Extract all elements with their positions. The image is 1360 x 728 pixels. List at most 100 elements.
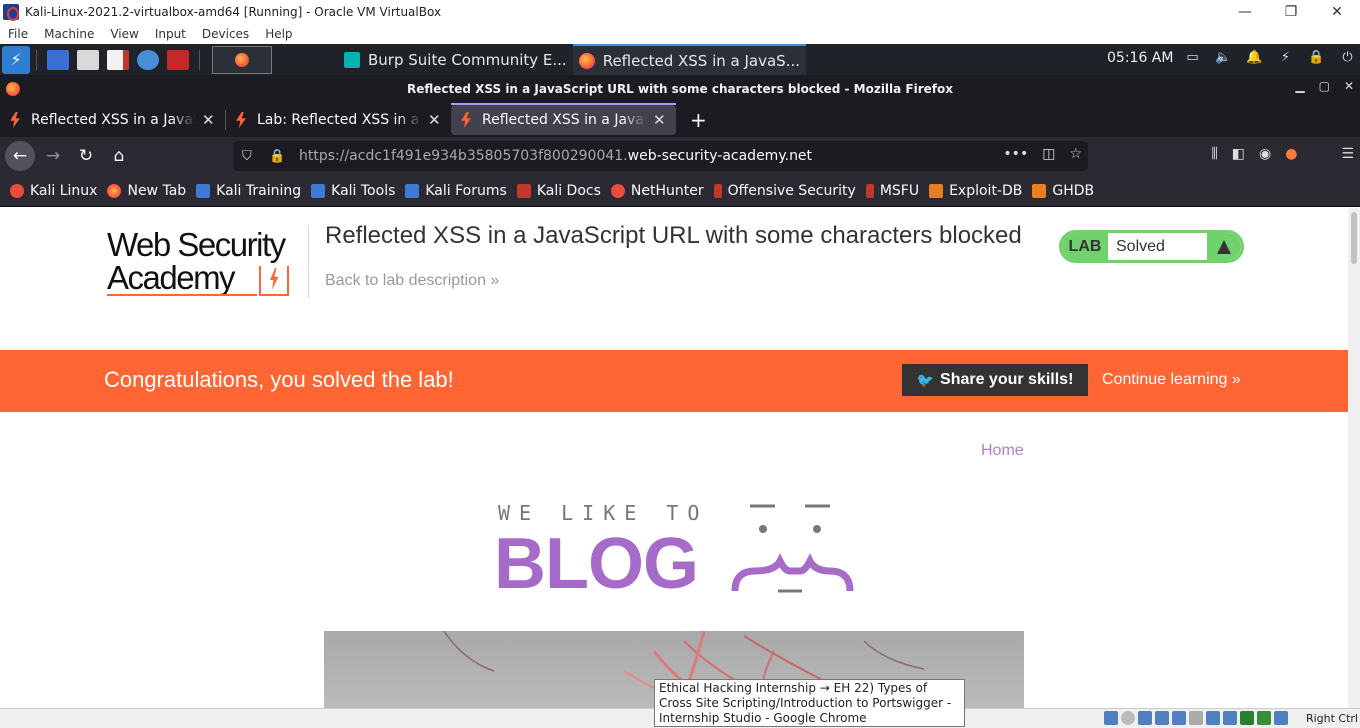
minimize-button[interactable]: — <box>1222 0 1268 24</box>
hamburger-menu-icon[interactable]: ☰ <box>1341 146 1354 162</box>
sidebar-icon[interactable]: ◧ <box>1232 146 1245 162</box>
menu-input[interactable]: Input <box>147 27 194 41</box>
bookmark-kali-forums[interactable]: Kali Forums <box>405 183 507 199</box>
tab-label: Reflected XSS in a JavaScript URL with s… <box>31 112 196 128</box>
home-link[interactable]: Home <box>981 442 1024 460</box>
account-icon[interactable]: ◉ <box>1259 146 1271 162</box>
url-prefix: https://acdc1f491e934b35805703f800290041… <box>299 148 628 164</box>
bookmark-offensive-security[interactable]: Offensive Security <box>713 182 856 199</box>
file-manager-launcher-icon[interactable] <box>77 49 99 70</box>
bookmark-kali-training[interactable]: Kali Training <box>196 183 301 199</box>
mouse-integration-status-icon[interactable] <box>1257 711 1271 725</box>
bookmark-kali-docs[interactable]: Kali Docs <box>516 183 601 199</box>
page-actions-icon[interactable]: ••• <box>1003 146 1028 162</box>
kali-menu-icon[interactable]: ⚡ <box>2 45 30 74</box>
volume-icon[interactable]: 🔈 <box>1215 49 1232 66</box>
firefox-minimize-icon[interactable]: ▁ <box>1295 79 1304 93</box>
library-icon[interactable]: ⫼ <box>1211 146 1217 162</box>
share-button-label: Share your skills! <box>940 371 1074 388</box>
extension-icon[interactable]: ● <box>1285 146 1297 162</box>
taskbar-firefox[interactable]: Reflected XSS in a JavaS... <box>572 44 807 75</box>
share-your-skills-button[interactable]: 🐦 Share your skills! <box>902 364 1088 396</box>
bookmark-kali-tools[interactable]: Kali Tools <box>311 183 395 199</box>
firefox-icon <box>578 52 595 69</box>
usb-status-icon[interactable] <box>1172 711 1186 725</box>
red-terminal-launcher-icon[interactable] <box>167 49 189 70</box>
optical-drive-status-icon[interactable] <box>1121 711 1135 725</box>
panel-clock[interactable]: 05:16 AM <box>1107 50 1173 66</box>
blog-title: BLOG <box>494 524 699 604</box>
tab-close-icon[interactable]: ✕ <box>653 111 666 129</box>
tab-reflected-xss-active[interactable]: Reflected XSS in a JavaScript URL with s… <box>451 103 676 135</box>
bookmark-label: Kali Training <box>216 182 302 199</box>
burp-suite-icon <box>344 51 360 68</box>
maximize-button[interactable]: ❐ <box>1268 0 1314 24</box>
bookmark-label: Kali Linux <box>30 182 98 199</box>
menu-help[interactable]: Help <box>257 27 300 41</box>
ghdb-spider-icon <box>1032 183 1047 198</box>
scrollbar-thumb[interactable] <box>1351 212 1357 264</box>
pocket-icon[interactable]: ◫ <box>1042 146 1055 162</box>
terminal-launcher-icon[interactable] <box>47 49 69 70</box>
continue-learning-link[interactable]: Continue learning » <box>1102 371 1241 389</box>
address-bar[interactable]: ⛉ 🔒 https://acdc1f491e934b35805703f80029… <box>233 141 1088 171</box>
firefox-close-icon[interactable]: ✕ <box>1344 79 1354 93</box>
host-key-label: Right Ctrl <box>1305 712 1358 725</box>
padlock-icon[interactable]: 🔒 <box>269 149 287 164</box>
blog-face-logo-icon <box>731 504 854 593</box>
web-browser-launcher-icon[interactable] <box>137 49 159 70</box>
url-host: web-security-academy.net <box>627 148 813 164</box>
power-manager-icon[interactable]: ⚡ <box>1277 49 1294 66</box>
home-button[interactable]: ⌂ <box>104 141 134 171</box>
bookmark-star-icon[interactable]: ☆ <box>1069 146 1082 162</box>
logout-icon[interactable]: ⏻ <box>1339 49 1356 66</box>
close-button[interactable]: ✕ <box>1314 0 1360 24</box>
taskbar-burp-suite[interactable]: Burp Suite Community E... <box>338 44 573 75</box>
audio-status-icon[interactable] <box>1138 711 1152 725</box>
reload-button[interactable]: ↻ <box>71 141 101 171</box>
bookmark-ghdb[interactable]: GHDB <box>1032 183 1094 199</box>
bookmark-msfu[interactable]: MSFU <box>865 183 919 199</box>
bookmark-nethunter[interactable]: NetHunter <box>610 183 704 199</box>
video-capture-status-icon[interactable] <box>1223 711 1237 725</box>
text-editor-launcher-icon[interactable] <box>107 49 129 70</box>
tab-label: Reflected XSS in a JavaScript URL with s… <box>482 112 647 128</box>
display-icon[interactable]: ▭ <box>1184 49 1201 66</box>
back-button[interactable]: ← <box>5 141 35 171</box>
network-status-icon[interactable] <box>1155 711 1169 725</box>
firefox-maximize-icon[interactable]: ▢ <box>1319 79 1330 93</box>
menu-file[interactable]: File <box>0 27 36 41</box>
keyboard-status-icon[interactable] <box>1274 711 1288 725</box>
back-to-lab-description-link[interactable]: Back to lab description » <box>325 272 499 290</box>
kali-tools-icon <box>311 183 326 198</box>
forward-button[interactable]: → <box>38 141 68 171</box>
firefox-icon <box>235 52 249 67</box>
virtualization-status-icon[interactable] <box>1240 711 1254 725</box>
lock-icon[interactable]: 🔒 <box>1308 49 1325 66</box>
nethunter-icon <box>610 183 625 198</box>
flask-icon <box>1207 233 1241 260</box>
menu-devices[interactable]: Devices <box>194 27 257 41</box>
bookmark-new-tab[interactable]: New Tab <box>107 183 186 199</box>
tab-close-icon[interactable]: ✕ <box>202 111 215 129</box>
page-scrollbar[interactable] <box>1348 208 1360 708</box>
web-security-academy-logo[interactable]: Web Security Academy <box>107 228 292 298</box>
hard-disk-status-icon[interactable] <box>1104 711 1118 725</box>
bookmark-label: Offensive Security <box>727 182 856 199</box>
tracking-protection-shield-icon[interactable]: ⛉ <box>242 149 260 164</box>
new-tab-button[interactable]: + <box>690 108 707 132</box>
tab-lab-reflected-xss[interactable]: Lab: Reflected XSS in a JavaScript URL w… <box>226 103 451 137</box>
bookmark-label: New Tab <box>127 182 187 199</box>
tab-reflected-xss-1[interactable]: Reflected XSS in a JavaScript URL with s… <box>0 103 225 137</box>
logo-underline <box>107 294 257 296</box>
tab-close-icon[interactable]: ✕ <box>428 111 441 129</box>
shared-folders-status-icon[interactable] <box>1189 711 1203 725</box>
display-status-icon[interactable] <box>1206 711 1220 725</box>
firefox-launcher-button[interactable] <box>212 45 272 74</box>
menu-machine[interactable]: Machine <box>36 27 102 41</box>
menu-view[interactable]: View <box>102 27 146 41</box>
notification-bell-icon[interactable]: 🔔 <box>1246 49 1263 66</box>
bookmark-kali-linux[interactable]: Kali Linux <box>10 183 97 199</box>
bookmark-exploit-db[interactable]: Exploit-DB <box>929 183 1022 199</box>
kali-forums-icon <box>405 183 420 198</box>
